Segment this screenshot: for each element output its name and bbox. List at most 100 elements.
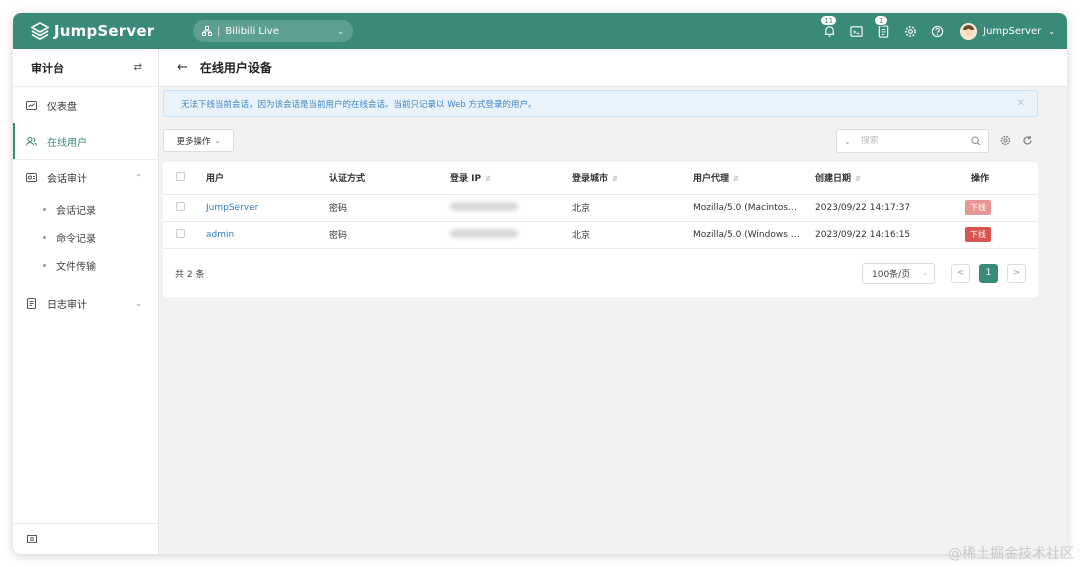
- column-header-label: 登录 IP: [450, 174, 482, 185]
- sidebar-item-log-audit[interactable]: 日志审计 ⌄: [13, 285, 158, 321]
- tickets-badge: 1: [874, 15, 889, 26]
- sort-icon: ⇵: [612, 175, 618, 184]
- page-size-select[interactable]: 100条/页 ⌄: [862, 262, 935, 284]
- more-actions-dropdown[interactable]: 更多操作 ⌄: [163, 129, 234, 152]
- sidebar-item-label: 会话审计: [47, 174, 87, 185]
- search-box[interactable]: ⌄: [836, 129, 989, 153]
- sidebar-title: 审计台: [31, 61, 64, 75]
- sidebar-item-label: 在线用户: [47, 137, 87, 149]
- alert-text: 无法下线当前会话，因为该会话是当前用户的在线会话。当前只记录以 Web 方式登录…: [181, 99, 537, 110]
- chevron-down-icon: ⌄: [337, 26, 344, 36]
- gear-icon: [904, 25, 916, 37]
- select-all-cell: [163, 162, 206, 195]
- action-cell: 下线: [965, 194, 1038, 222]
- page-header: ← 在线用户设备: [159, 49, 1067, 87]
- agent-cell: Mozilla/5.0 (Windows …: [693, 221, 815, 249]
- row-select-cell: [163, 221, 206, 249]
- table-row: JumpServer 密码 北京 Mozilla/5.0 (Macintos… …: [163, 194, 1038, 222]
- sidebar-subitem-label: 会话记录: [56, 205, 96, 217]
- total-count: 共 2 条: [175, 269, 205, 280]
- sort-icon: ⇵: [733, 175, 739, 184]
- info-alert: 无法下线当前会话，因为该会话是当前用户的在线会话。当前只记录以 Web 方式登录…: [163, 90, 1038, 117]
- sidebar-item-label: 仪表盘: [47, 101, 77, 113]
- sidebar-subitem-command-records[interactable]: 命令记录: [13, 223, 158, 251]
- city-cell: 北京: [572, 221, 693, 249]
- refresh-icon[interactable]: [1022, 135, 1033, 146]
- dashboard-icon: [26, 100, 37, 110]
- back-arrow-icon[interactable]: ←: [177, 60, 188, 75]
- switch-view-icon[interactable]: ⇄: [134, 62, 142, 73]
- web-terminal-button[interactable]: [849, 24, 863, 38]
- notifications-button[interactable]: 11: [820, 15, 838, 38]
- page-size-value: 100条/页: [872, 269, 911, 280]
- row-checkbox[interactable]: [176, 228, 185, 238]
- user-cell: JumpServer: [206, 194, 329, 222]
- row-select-cell: [163, 194, 206, 222]
- chevron-down-icon: ⌄: [1048, 26, 1055, 36]
- user-link[interactable]: admin: [206, 230, 234, 240]
- chevron-up-icon: ⌃: [135, 173, 142, 182]
- jumpserver-logo-icon: [31, 22, 49, 40]
- sidebar-item-session-audit[interactable]: 会话审计 ⌃: [13, 159, 158, 195]
- table-header-row: 用户 认证方式 登录 IP ⇵ 登录城市 ⇵ 用户代理 ⇵ 创建日期 ⇵ 操作: [163, 162, 1038, 195]
- sidebar: 审计台 ⇄ 仪表盘 在线用户 会话审计 ⌃ 会话记录 命令记录 文件传输 日志审…: [13, 49, 159, 554]
- page-number-button[interactable]: 1: [979, 263, 998, 283]
- city-cell: 北京: [572, 194, 693, 222]
- user-link[interactable]: JumpServer: [206, 203, 258, 213]
- agent-cell: Mozilla/5.0 (Macintos…: [693, 194, 815, 222]
- column-header-label: 用户代理: [693, 174, 730, 185]
- ip-cell: [450, 221, 572, 249]
- sidebar-item-online-users[interactable]: 在线用户: [13, 123, 158, 159]
- column-header-city[interactable]: 登录城市 ⇵: [572, 162, 693, 195]
- sidebar-subitem-label: 文件传输: [56, 261, 96, 273]
- tickets-button[interactable]: 1: [874, 15, 890, 38]
- collapse-sidebar-icon[interactable]: [27, 534, 37, 544]
- close-icon[interactable]: ✕: [1017, 98, 1025, 109]
- table-row: admin 密码 北京 Mozilla/5.0 (Windows … 2023/…: [163, 221, 1038, 249]
- avatar-face-icon: [960, 22, 978, 40]
- column-header-agent[interactable]: 用户代理 ⇵: [693, 162, 815, 195]
- search-input[interactable]: [860, 136, 961, 146]
- sidebar-item-dashboard[interactable]: 仪表盘: [13, 87, 158, 123]
- column-header-action: 操作: [965, 162, 1038, 195]
- chevron-down-icon[interactable]: ⌄: [844, 137, 851, 146]
- more-actions-label: 更多操作: [176, 136, 211, 147]
- offline-button[interactable]: 下线: [965, 227, 991, 242]
- ip-cell: [450, 194, 572, 222]
- blurred-ip: [450, 201, 518, 211]
- select-all-checkbox[interactable]: [176, 171, 185, 181]
- online-users-table-card: 用户 认证方式 登录 IP ⇵ 登录城市 ⇵ 用户代理 ⇵ 创建日期 ⇵ 操作 Jump…: [163, 162, 1038, 297]
- column-header-created[interactable]: 创建日期 ⇵: [815, 162, 965, 195]
- column-header-auth: 认证方式: [329, 162, 450, 195]
- prev-page-button[interactable]: <: [951, 263, 970, 283]
- notifications-badge: 11: [820, 15, 838, 26]
- search-icon[interactable]: [971, 136, 981, 146]
- column-header-user: 用户: [206, 162, 329, 195]
- column-header-ip[interactable]: 登录 IP ⇵: [450, 162, 572, 195]
- sidebar-subitem-label: 命令记录: [56, 233, 96, 245]
- sort-icon: ⇵: [855, 175, 861, 184]
- next-page-button[interactable]: >: [1007, 263, 1026, 283]
- logo[interactable]: JumpServer: [31, 22, 181, 40]
- help-button[interactable]: [930, 24, 944, 38]
- session-audit-icon: [26, 173, 37, 182]
- row-checkbox[interactable]: [176, 201, 185, 211]
- gear-icon[interactable]: [1000, 135, 1011, 146]
- org-name: Bilibili Live: [225, 25, 279, 37]
- log-icon: [27, 297, 36, 309]
- org-selector[interactable]: | Bilibili Live ⌄: [193, 20, 353, 42]
- app-name: JumpServer: [54, 22, 155, 40]
- settings-button[interactable]: [903, 24, 917, 38]
- created-cell: 2023/09/22 14:16:15: [815, 221, 965, 249]
- page-title: 在线用户设备: [199, 61, 272, 75]
- bullet-icon: [43, 235, 46, 239]
- offline-button[interactable]: 下线: [965, 200, 991, 215]
- bullet-icon: [43, 207, 46, 211]
- terminal-icon: [849, 25, 863, 37]
- watermark: @稀土掘金技术社区: [948, 546, 1074, 562]
- user-menu[interactable]: JumpServer ⌄: [960, 22, 1055, 40]
- column-header-label: 创建日期: [815, 174, 852, 185]
- sidebar-subitem-file-transfer[interactable]: 文件传输: [13, 251, 158, 279]
- users-icon: [26, 136, 37, 146]
- sidebar-subitem-session-records[interactable]: 会话记录: [13, 195, 158, 223]
